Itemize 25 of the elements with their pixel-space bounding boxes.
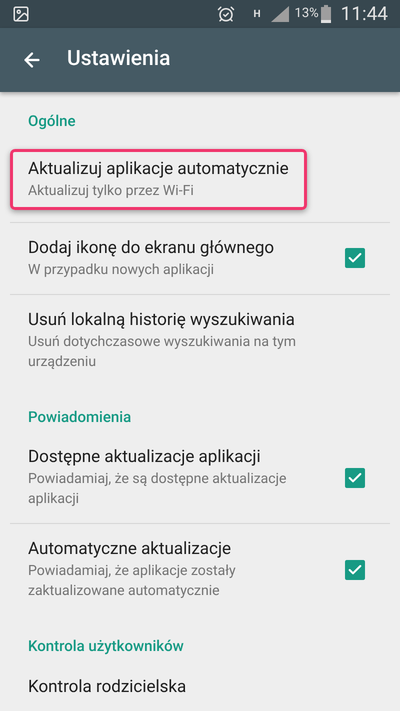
- toolbar-title: Ustawienia: [67, 46, 170, 74]
- setting-description: Usuń dotychczasowe wyszukiwania na tym urządzeniu: [28, 332, 297, 372]
- section-header: Powiadomienia: [27, 406, 132, 428]
- alarm-icon: [217, 5, 236, 23]
- network-type: H: [253, 8, 261, 22]
- checkbox[interactable]: [345, 248, 365, 268]
- setting-description: Powiadamiaj, że są dostępne aktualizacje aplikacji: [28, 470, 288, 509]
- section-header: Kontrola użytkowników: [27, 636, 185, 657]
- section-header: Ogólne: [27, 111, 77, 132]
- signal-icon: [270, 6, 289, 22]
- clock: 11:44: [340, 0, 388, 27]
- setting-title: Usuń lokalną historię wyszukiwania: [28, 308, 296, 330]
- setting-description: Aktualizuj tylko przez Wi-Fi: [28, 182, 195, 200]
- setting-title: Automatyczne aktualizacje: [28, 538, 232, 560]
- setting-description: Powiadamiaj, że aplikacje zostały zaktualizowane automatycznie: [28, 562, 237, 601]
- battery-percent: 13%: [294, 5, 319, 24]
- setting-title: Aktualizuj aplikacje automatycznie: [28, 158, 289, 180]
- setting-title: Kontrola rodzicielska: [28, 676, 188, 698]
- battery-icon: [320, 5, 331, 23]
- checkbox[interactable]: [345, 560, 365, 580]
- setting-description: W przypadku nowych aplikacji: [28, 260, 216, 280]
- picture-icon: [12, 5, 30, 23]
- setting-title: Dodaj ikonę do ekranu głównego: [28, 236, 276, 258]
- checkbox[interactable]: [345, 468, 365, 488]
- setting-title: Dostępne aktualizacje aplikacji: [28, 446, 262, 468]
